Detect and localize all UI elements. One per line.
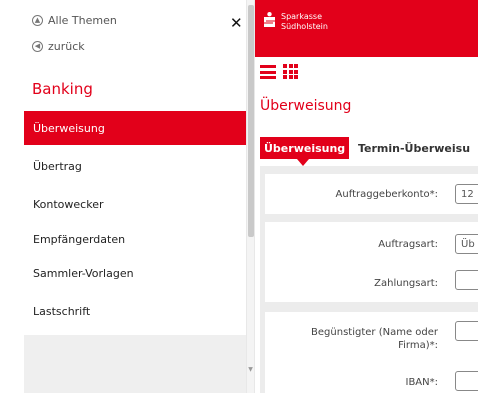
auftragsart-label: Auftragsart: — [378, 239, 438, 250]
tab-termin-ueberweisung[interactable]: Termin-Überweisu — [354, 137, 475, 159]
back-link[interactable]: ◀ zurück — [32, 38, 85, 54]
navigation-drawer: ▲ Alle Themen ◀ zurück ✕ Banking Überwei… — [24, 0, 246, 393]
beguenstigter-label-line1: Begünstigter (Name oder — [311, 327, 438, 338]
zahlungsart-label: Zahlungsart: — [374, 278, 438, 289]
tab-label: Termin-Überweisu — [358, 141, 471, 155]
tab-ueberweisung[interactable]: Überweisung — [260, 137, 350, 166]
brand-name: Sparkasse Südholstein — [281, 12, 328, 32]
menu-item-lastschrift[interactable]: Lastschrift — [24, 294, 246, 328]
menu-item-label: Sammler-Vorlagen — [33, 266, 134, 280]
beguenstigter-label-line2: Firma)*: — [398, 340, 438, 351]
form-card-beneficiary: Begünstigter (Name oder Firma)*: IBAN*: — [265, 312, 478, 393]
menu-item-kontowecker[interactable]: Kontowecker — [24, 187, 246, 221]
back-label: zurück — [48, 39, 85, 53]
zahlungsart-select[interactable] — [455, 270, 478, 290]
menu-item-label: Empfängerdaten — [33, 232, 126, 246]
scrollbar-thumb[interactable] — [248, 5, 254, 237]
menu-item-label: Kontowecker — [33, 197, 104, 211]
drawer-scrollbar[interactable]: ▼ — [246, 0, 255, 393]
menu-item-sammler-vorlagen[interactable]: Sammler-Vorlagen — [24, 256, 246, 290]
section-title: Banking — [32, 80, 93, 98]
iban-label: IBAN*: — [405, 377, 439, 388]
iban-input[interactable] — [455, 371, 478, 391]
banking-app: Sparkasse Südholstein Überweisung Überwe… — [255, 0, 478, 393]
tab-bar: Überweisung Termin-Überweisu — [260, 137, 478, 166]
menu-item-empfaengerdaten[interactable]: Empfängerdaten — [24, 222, 246, 256]
beguenstigter-input[interactable] — [455, 321, 478, 341]
auftraggeberkonto-select[interactable]: 12 — [455, 184, 478, 204]
menu-item-label: Lastschrift — [33, 304, 91, 318]
beguenstigter-label: Begünstigter (Name oder Firma)*: — [311, 326, 438, 352]
sparkasse-logo-icon — [264, 12, 275, 27]
tab-label: Überweisung — [264, 141, 346, 155]
scroll-down-arrow-icon[interactable]: ▼ — [247, 366, 254, 373]
all-topics-link[interactable]: ▲ Alle Themen — [32, 12, 117, 28]
brand-name-line2: Südholstein — [281, 22, 328, 31]
circle-chevron-left-icon: ◀ — [32, 40, 43, 52]
menu-item-ueberweisung[interactable]: Überweisung — [24, 111, 246, 145]
brand-name-line1: Sparkasse — [281, 12, 322, 21]
menu-item-label: Übertrag — [33, 159, 82, 173]
brand-header: Sparkasse Südholstein — [255, 0, 478, 57]
app-toolbar — [255, 57, 478, 89]
drawer-footer — [24, 335, 246, 393]
hamburger-icon[interactable] — [260, 65, 276, 79]
circle-chevron-up-icon: ▲ — [32, 14, 43, 26]
menu-item-label: Überweisung — [33, 121, 105, 135]
auftraggeberkonto-label: Auftraggeberkonto*: — [335, 189, 438, 200]
form-card-account: Auftraggeberkonto*: 12 — [265, 174, 478, 214]
page-title: Überweisung — [260, 98, 352, 114]
grid-icon[interactable] — [283, 64, 298, 79]
form-card-order-type: Auftragsart: Üb Zahlungsart: — [265, 222, 478, 302]
menu-item-uebertrag[interactable]: Übertrag — [24, 149, 246, 183]
all-topics-label: Alle Themen — [48, 13, 117, 27]
auftragsart-select[interactable]: Üb — [455, 234, 478, 254]
close-icon[interactable]: ✕ — [230, 16, 243, 31]
